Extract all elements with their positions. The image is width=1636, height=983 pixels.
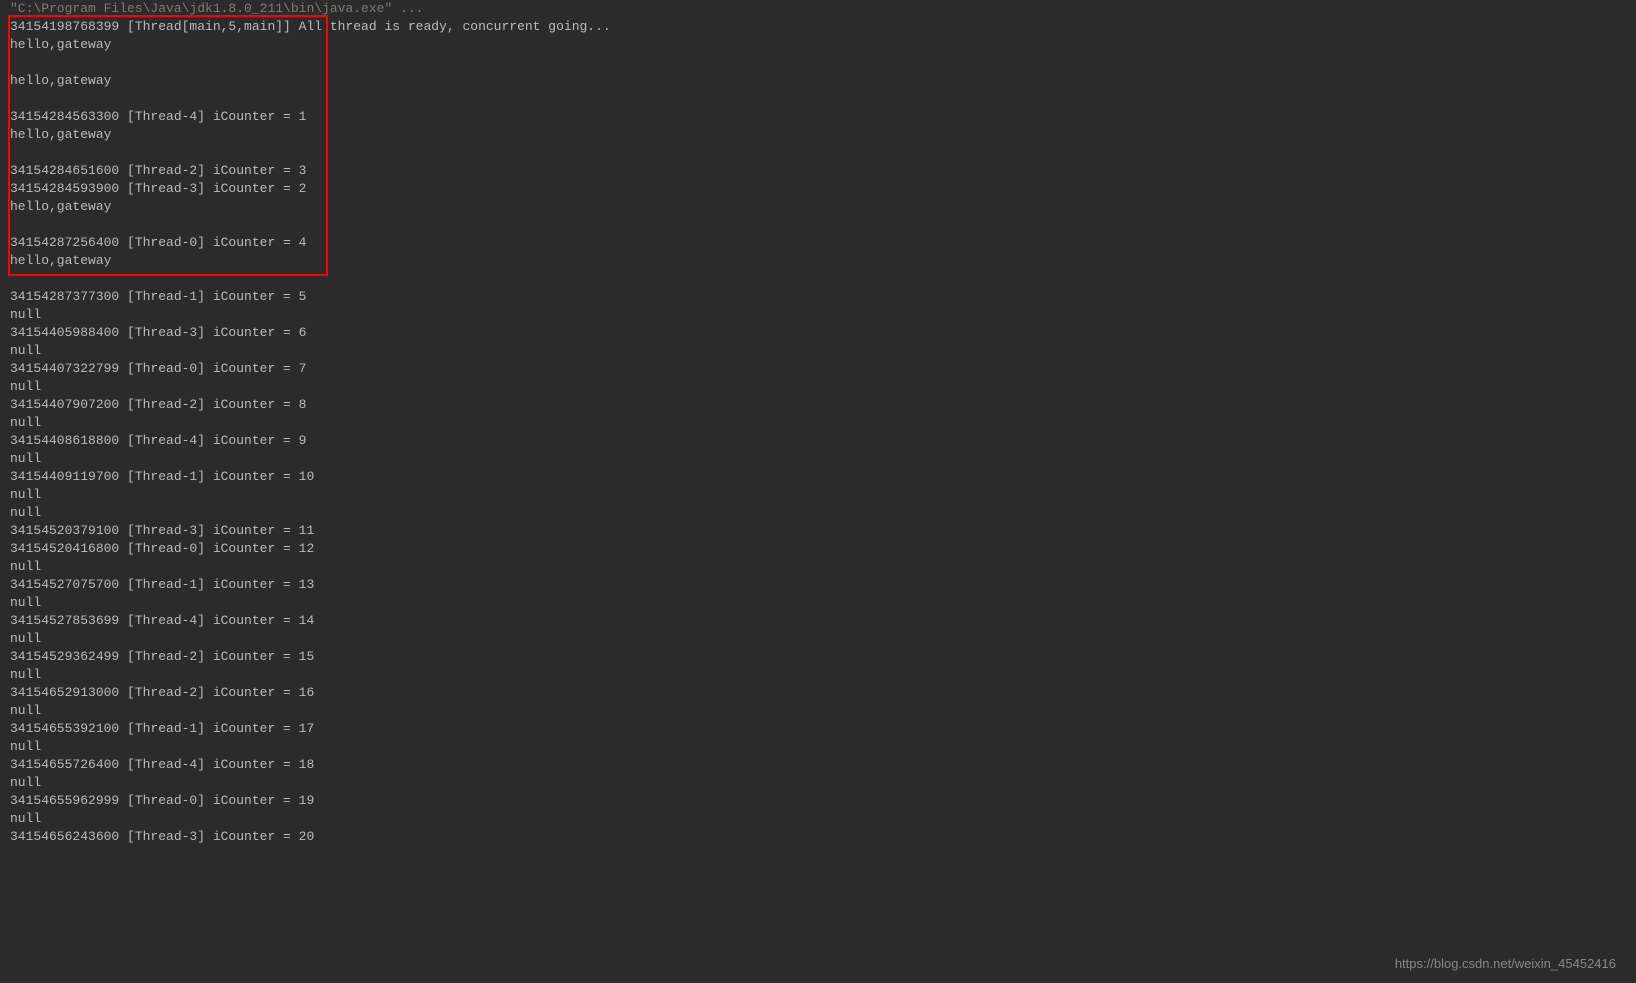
console-line (10, 54, 1626, 72)
console-line: 34154284651600 [Thread-2] iCounter = 3 (10, 162, 1626, 180)
console-line: 34154655962999 [Thread-0] iCounter = 19 (10, 792, 1626, 810)
console-line: null (10, 504, 1626, 522)
console-output: "C:\Program Files\Java\jdk1.8.0_211\bin\… (0, 0, 1636, 846)
console-line: 34154284563300 [Thread-4] iCounter = 1 (10, 108, 1626, 126)
console-line: 34154527853699 [Thread-4] iCounter = 14 (10, 612, 1626, 630)
console-line (10, 90, 1626, 108)
console-line: null (10, 558, 1626, 576)
console-line: null (10, 774, 1626, 792)
console-line (10, 270, 1626, 288)
console-line: hello,gateway (10, 198, 1626, 216)
console-line: 34154287377300 [Thread-1] iCounter = 5 (10, 288, 1626, 306)
console-line: 34154409119700 [Thread-1] iCounter = 10 (10, 468, 1626, 486)
console-line: 34154655392100 [Thread-1] iCounter = 17 (10, 720, 1626, 738)
console-line: 34154656243600 [Thread-3] iCounter = 20 (10, 828, 1626, 846)
console-line: null (10, 342, 1626, 360)
console-line: 34154284593900 [Thread-3] iCounter = 2 (10, 180, 1626, 198)
console-line: null (10, 486, 1626, 504)
console-line: 34154520416800 [Thread-0] iCounter = 12 (10, 540, 1626, 558)
console-line: 34154527075700 [Thread-1] iCounter = 13 (10, 576, 1626, 594)
console-line: null (10, 702, 1626, 720)
console-line: 34154520379100 [Thread-3] iCounter = 11 (10, 522, 1626, 540)
console-line: 34154529362499 [Thread-2] iCounter = 15 (10, 648, 1626, 666)
console-line: null (10, 630, 1626, 648)
console-header: "C:\Program Files\Java\jdk1.8.0_211\bin\… (10, 0, 1626, 18)
console-line: 34154198768399 [Thread[main,5,main]] All… (10, 18, 1626, 36)
console-line: hello,gateway (10, 252, 1626, 270)
console-line: null (10, 450, 1626, 468)
console-line: 34154408618800 [Thread-4] iCounter = 9 (10, 432, 1626, 450)
console-line (10, 216, 1626, 234)
console-lines-container: 34154198768399 [Thread[main,5,main]] All… (10, 18, 1626, 846)
console-line: 34154407907200 [Thread-2] iCounter = 8 (10, 396, 1626, 414)
console-line (10, 144, 1626, 162)
watermark-text: https://blog.csdn.net/weixin_45452416 (1395, 955, 1616, 973)
console-line: null (10, 594, 1626, 612)
console-line: 34154655726400 [Thread-4] iCounter = 18 (10, 756, 1626, 774)
console-line: null (10, 414, 1626, 432)
console-line: null (10, 666, 1626, 684)
console-line: 34154407322799 [Thread-0] iCounter = 7 (10, 360, 1626, 378)
console-line: hello,gateway (10, 36, 1626, 54)
console-line: null (10, 378, 1626, 396)
console-line: 34154405988400 [Thread-3] iCounter = 6 (10, 324, 1626, 342)
console-line: hello,gateway (10, 72, 1626, 90)
console-line: 34154287256400 [Thread-0] iCounter = 4 (10, 234, 1626, 252)
console-line: 34154652913000 [Thread-2] iCounter = 16 (10, 684, 1626, 702)
console-line: null (10, 738, 1626, 756)
console-line: hello,gateway (10, 126, 1626, 144)
console-line: null (10, 810, 1626, 828)
console-line: null (10, 306, 1626, 324)
